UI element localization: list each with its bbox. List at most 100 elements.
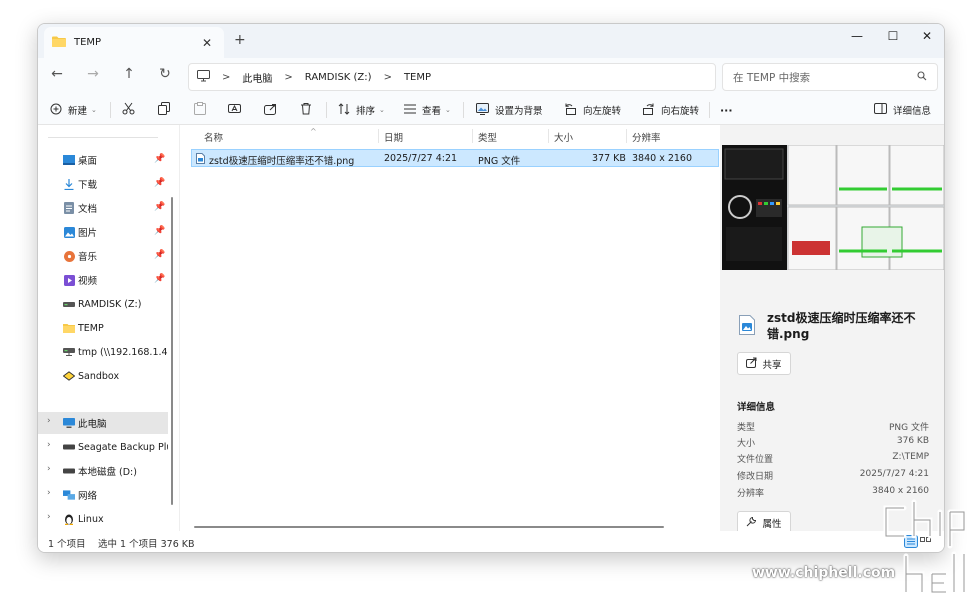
sidebar-item-this-pc[interactable]: › 此电脑 <box>38 412 168 434</box>
details-pane-button[interactable]: 详细信息 <box>874 101 931 119</box>
sidebar-item-label: RAMDISK (Z:) <box>78 298 142 310</box>
column-header-type[interactable]: 类型 <box>478 130 497 144</box>
new-button[interactable]: 新建 ⌄ <box>50 101 97 119</box>
sidebar-item-desktop[interactable]: 桌面 📌 <box>38 149 168 171</box>
detail-value-modified: 2025/7/27 4:21 <box>859 469 929 479</box>
rotate-left-button[interactable]: 向左旋转 <box>564 101 621 119</box>
search-icon <box>917 70 927 84</box>
rename-button[interactable] <box>228 101 241 119</box>
pin-icon[interactable]: 📌 <box>154 154 165 164</box>
rotate-right-button[interactable]: 向右旋转 <box>642 101 699 119</box>
sidebar-item-network[interactable]: › 网络 <box>38 484 168 506</box>
column-header-size[interactable]: 大小 <box>554 130 573 144</box>
detail-value-size: 376 KB <box>896 436 929 446</box>
toolbar-divider <box>326 102 327 118</box>
chevron-right-icon[interactable]: › <box>47 464 51 474</box>
sidebar-item-label: TEMP <box>78 322 104 334</box>
breadcrumb-ramdisk[interactable]: RAMDISK (Z:) <box>305 72 372 83</box>
chevron-down-icon: ⌄ <box>445 106 451 114</box>
desktop-icon <box>63 155 75 165</box>
tab-title: TEMP <box>74 37 102 48</box>
detail-key-location: 文件位置 <box>737 455 774 465</box>
column-header-name[interactable]: 名称 ^ <box>204 127 317 144</box>
chevron-right-icon[interactable]: › <box>47 416 51 426</box>
pin-icon[interactable]: 📌 <box>154 226 165 236</box>
detail-value-type: PNG 文件 <box>889 423 929 433</box>
breadcrumb-separator: > <box>222 71 231 83</box>
breadcrumb-temp[interactable]: TEMP <box>404 72 431 83</box>
cut-button[interactable] <box>122 101 135 119</box>
sidebar-item-local-disk-d[interactable]: › 本地磁盘 (D:) <box>38 460 168 482</box>
chevron-right-icon[interactable]: › <box>47 488 51 498</box>
tab-close-icon[interactable]: ✕ <box>202 36 212 50</box>
sidebar-item-network-share[interactable]: tmp (\\192.168.1.4) ( <box>38 341 168 363</box>
pin-icon[interactable]: 📌 <box>154 202 165 212</box>
pin-icon[interactable]: 📌 <box>154 274 165 284</box>
watermark-url: www.chiphell.com <box>752 565 896 581</box>
rotate-left-icon <box>564 103 577 118</box>
file-resolution: 3840 x 2160 <box>632 153 693 164</box>
sidebar-item-seagate[interactable]: › Seagate Backup Plus <box>38 436 168 458</box>
sidebar-item-temp[interactable]: TEMP <box>38 317 168 339</box>
navigation-pane: 桌面 📌 下载 📌 文档 📌 图片 📌 音乐 📌 视频 📌 RAMDISK (Z… <box>38 125 179 531</box>
sidebar-scrollbar[interactable] <box>171 197 173 505</box>
tab-temp[interactable]: TEMP ✕ <box>44 27 224 58</box>
copy-button[interactable] <box>158 101 171 119</box>
close-button[interactable]: ✕ <box>910 29 944 49</box>
pin-icon[interactable]: 📌 <box>154 178 165 188</box>
network-drive-icon <box>63 348 75 356</box>
share-icon <box>264 102 277 118</box>
paste-button[interactable] <box>194 101 206 119</box>
column-separator[interactable] <box>626 129 627 143</box>
address-bar[interactable]: > 此电脑 > RAMDISK (Z:) > TEMP <box>188 63 716 91</box>
refresh-icon[interactable]: ↻ <box>153 66 177 82</box>
horizontal-scrollbar[interactable] <box>194 526 664 528</box>
new-tab-button[interactable]: + <box>234 32 246 48</box>
sidebar-item-label: Sandbox <box>78 370 120 382</box>
forward-icon[interactable]: → <box>81 66 105 82</box>
column-separator[interactable] <box>378 129 379 143</box>
breadcrumb-separator: > <box>383 71 392 83</box>
maximize-button[interactable]: ☐ <box>876 29 910 49</box>
sandbox-icon <box>63 371 75 381</box>
chevron-right-icon[interactable]: › <box>47 512 51 522</box>
folder-icon <box>63 323 75 333</box>
pin-icon[interactable]: 📌 <box>154 250 165 260</box>
column-separator[interactable] <box>548 129 549 143</box>
rename-icon <box>228 102 241 118</box>
back-icon[interactable]: ← <box>45 66 69 82</box>
sidebar-item-label: 本地磁盘 (D:) <box>78 467 137 478</box>
sidebar-item-pictures[interactable]: 图片 📌 <box>38 221 168 243</box>
toolbar-divider <box>709 102 710 118</box>
set-background-button[interactable]: 设置为背景 <box>476 101 543 119</box>
sidebar-item-linux[interactable]: › Linux <box>38 508 168 530</box>
delete-button[interactable] <box>300 101 312 119</box>
new-label: 新建 <box>68 106 88 117</box>
sidebar-item-sandbox[interactable]: Sandbox <box>38 365 168 387</box>
share-toolbar-button[interactable] <box>264 101 277 119</box>
share-button[interactable]: 共享 <box>737 352 791 375</box>
column-header-date[interactable]: 日期 <box>384 130 403 144</box>
sidebar-item-ramdisk[interactable]: RAMDISK (Z:) <box>38 293 168 315</box>
sidebar-item-documents[interactable]: 文档 📌 <box>38 197 168 219</box>
details-section-title: 详细信息 <box>737 402 776 413</box>
breadcrumb-this-pc[interactable]: 此电脑 <box>242 70 272 85</box>
sidebar-item-label: Seagate Backup Plus <box>78 441 168 453</box>
search-input[interactable]: 在 TEMP 中搜索 <box>722 63 938 91</box>
sidebar-item-label: Linux <box>78 513 104 525</box>
sort-ascending-icon: ^ <box>310 127 317 136</box>
sort-button[interactable]: 排序 ⌄ <box>338 101 385 119</box>
sidebar-item-downloads[interactable]: 下载 📌 <box>38 173 168 195</box>
sidebar-item-music[interactable]: 音乐 📌 <box>38 245 168 267</box>
more-options-button[interactable]: ··· <box>720 101 733 119</box>
up-icon[interactable]: ↑ <box>117 66 141 82</box>
column-header-resolution[interactable]: 分辨率 <box>632 130 661 144</box>
view-button[interactable]: 查看 ⌄ <box>404 101 451 119</box>
file-row[interactable]: zstd极速压缩时压缩率还不错.png 2025/7/27 4:21 PNG 文… <box>191 149 719 167</box>
column-separator[interactable] <box>472 129 473 143</box>
sidebar-item-label: 视频 <box>78 276 98 287</box>
sidebar-item-videos[interactable]: 视频 📌 <box>38 269 168 291</box>
detail-value-location: Z:\TEMP <box>892 452 929 462</box>
minimize-button[interactable]: — <box>840 29 874 49</box>
chevron-right-icon[interactable]: › <box>47 440 51 450</box>
